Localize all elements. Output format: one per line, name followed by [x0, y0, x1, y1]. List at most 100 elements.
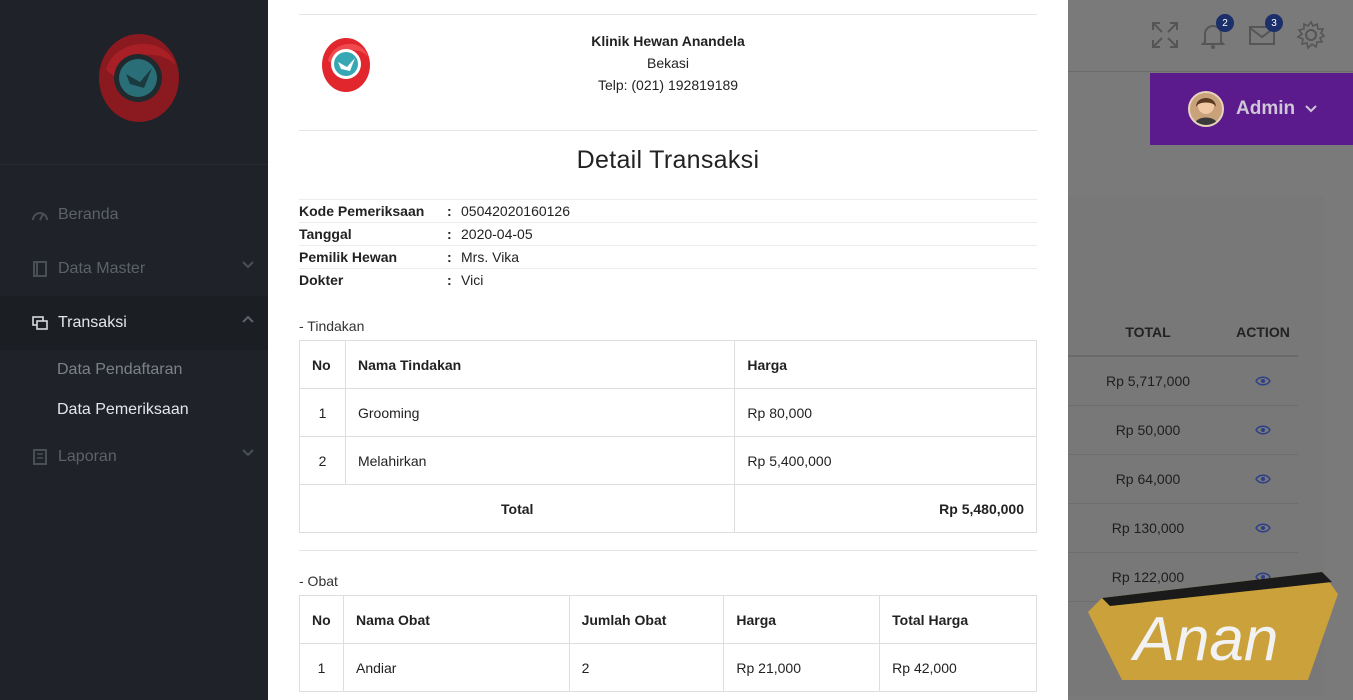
fullscreen-icon[interactable] [1150, 20, 1180, 50]
notification-bell-icon[interactable]: 2 [1198, 14, 1234, 50]
column-header-action: ACTION [1236, 323, 1290, 340]
column-header-jumlah-obat: Jumlah Obat [568, 595, 725, 644]
cell-no: 1 [299, 643, 344, 692]
sidebar-subitem-data-pemeriksaan[interactable]: Data Pemeriksaan [57, 390, 268, 430]
mail-icon[interactable]: 3 [1247, 14, 1283, 50]
row-total: Rp 64,000 [1115, 471, 1181, 487]
avatar [1188, 91, 1224, 127]
page-title: Detail Transaksi [576, 146, 760, 174]
info-colon: : [447, 249, 452, 265]
dashboard-icon [32, 207, 48, 223]
info-row: Kode Pemeriksaan : 05042020160126 [299, 199, 1037, 222]
cell-name: Grooming [344, 388, 736, 437]
info-colon: : [447, 203, 452, 219]
table-header-row: TOTAL ACTION [1068, 308, 1298, 357]
info-row: Dokter : Vici [299, 268, 1037, 291]
info-colon: : [447, 272, 452, 288]
transaction-detail-modal: Klinik Hewan Anandela Bekasi Telp: (021)… [268, 0, 1068, 700]
sidebar-submenu-transaksi: Data Pendaftaran Data Pemeriksaan [0, 350, 268, 430]
column-header-nama-tindakan: Nama Tindakan [344, 340, 736, 389]
column-header-no: No [299, 340, 346, 389]
sidebar-item-transaksi[interactable]: Transaksi [0, 296, 268, 350]
cell-price: Rp 80,000 [734, 388, 1037, 437]
sidebar-item-laporan[interactable]: Laporan [0, 430, 268, 484]
notification-badge: 2 [1216, 14, 1234, 32]
sidebar-item-beranda[interactable]: Beranda [0, 188, 268, 242]
chevron-down-icon [242, 449, 254, 457]
info-label: Dokter [299, 272, 344, 288]
chevron-down-icon [242, 261, 254, 269]
gear-icon[interactable] [1296, 20, 1326, 50]
info-row: Tanggal : 2020-04-05 [299, 222, 1037, 245]
sidebar-item-label: Laporan [58, 448, 117, 465]
column-header-harga: Harga [734, 340, 1037, 389]
info-label: Pemilik Hewan [299, 249, 398, 265]
column-header-harga: Harga [723, 595, 881, 644]
table-total-row: Total Rp 5,480,000 [298, 484, 1037, 533]
info-value: Mrs. Vika [461, 249, 520, 265]
info-label: Tanggal [299, 226, 352, 242]
cell-no: 2 [299, 436, 346, 485]
sidebar-item-label: Data Master [58, 260, 146, 277]
table-row: 1 Grooming Rp 80,000 [299, 388, 1037, 437]
sidebar-nav: Beranda Data Master Transaksi Data Penda… [0, 188, 268, 484]
cell-total: Rp 42,000 [879, 643, 1037, 692]
modal-body: Detail Transaksi Kode Pemeriksaan : 0504… [298, 0, 1037, 700]
user-menu[interactable]: Admin [1150, 73, 1353, 145]
clinic-logo[interactable] [96, 30, 182, 126]
cell-qty: 2 [568, 643, 725, 692]
info-value: 2020-04-05 [461, 226, 533, 242]
eye-icon[interactable] [1255, 523, 1271, 533]
total-label: Total [298, 484, 736, 533]
eye-icon[interactable] [1255, 425, 1271, 435]
cell-name: Andiar [342, 643, 570, 692]
tindakan-table: No Nama Tindakan Harga 1 Grooming Rp 80,… [298, 340, 1037, 533]
watermark-text: Anan [1130, 605, 1279, 674]
obat-table: No Nama Obat Jumlah Obat Harga Total Har… [299, 595, 1037, 692]
table-row: 1 Andiar 2 Rp 21,000 Rp 42,000 [299, 643, 1037, 692]
info-row: Pemilik Hewan : Mrs. Vika [299, 245, 1037, 268]
column-header-total: TOTAL [1125, 323, 1171, 340]
info-colon: : [447, 226, 452, 242]
sidebar-brand [0, 0, 268, 165]
sidebar: Beranda Data Master Transaksi Data Penda… [0, 0, 268, 700]
transaction-info: Kode Pemeriksaan : 05042020160126 Tangga… [299, 199, 1037, 291]
table-row: Rp 50,000 [1068, 406, 1298, 455]
table-header-row: No Nama Tindakan Harga [299, 340, 1037, 389]
info-value: 05042020160126 [461, 203, 571, 219]
cell-name: Melahirkan [344, 436, 736, 485]
column-header-no: No [299, 595, 344, 644]
section-label-tindakan: - Tindakan [299, 318, 365, 334]
row-total: Rp 130,000 [1111, 520, 1185, 536]
sidebar-item-label: Transaksi [58, 314, 127, 331]
info-label: Kode Pemeriksaan [299, 203, 425, 219]
cell-price: Rp 21,000 [723, 643, 881, 692]
divider [299, 550, 1037, 551]
watermark-logo: Anan [1088, 572, 1338, 680]
total-value: Rp 5,480,000 [734, 484, 1037, 533]
messages-badge: 3 [1265, 14, 1283, 32]
eye-icon[interactable] [1255, 376, 1271, 386]
info-value: Vici [461, 272, 484, 288]
table-header-row: No Nama Obat Jumlah Obat Harga Total Har… [299, 595, 1037, 644]
book-icon [32, 261, 48, 277]
user-name: Admin [1236, 98, 1296, 119]
column-header-nama-obat: Nama Obat [342, 595, 570, 644]
top-header: 2 3 [1068, 0, 1353, 72]
table-row: 2 Melahirkan Rp 5,400,000 [299, 436, 1037, 485]
section-label-obat: - Obat [299, 573, 338, 589]
cell-no: 1 [299, 388, 346, 437]
sidebar-subitem-data-pendaftaran[interactable]: Data Pendaftaran [57, 350, 268, 390]
column-header-total-harga: Total Harga [879, 595, 1037, 644]
table-row: Rp 64,000 [1068, 455, 1298, 504]
copy-icon [32, 315, 48, 331]
chevron-up-icon [242, 315, 254, 323]
table-row: Rp 130,000 [1068, 504, 1298, 553]
chevron-down-icon [1305, 105, 1317, 113]
sidebar-item-label: Beranda [58, 206, 119, 223]
row-total: Rp 50,000 [1115, 422, 1181, 438]
sidebar-item-data-master[interactable]: Data Master [0, 242, 268, 296]
table-row: Rp 5,717,000 [1068, 357, 1298, 406]
report-icon [32, 449, 48, 465]
eye-icon[interactable] [1255, 474, 1271, 484]
